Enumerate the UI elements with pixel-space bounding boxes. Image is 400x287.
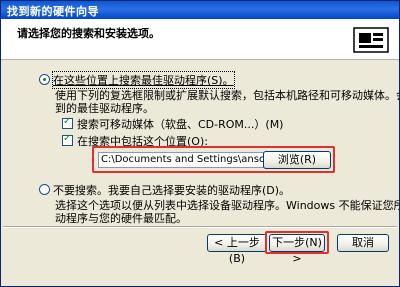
wizard-window: 找到新的硬件向导 请选择您的搜索和安装选项。 在这些位置上搜索最佳驱动程序(S)… bbox=[0, 0, 400, 287]
cancel-button[interactable]: 取消 bbox=[337, 234, 389, 252]
wizard-header: 请选择您的搜索和安装选项。 bbox=[1, 19, 399, 60]
search-location-radio[interactable] bbox=[39, 74, 50, 85]
manual-select-label: 不要搜索。我要自己选择要安装的驱动程序(D)。 bbox=[53, 184, 291, 197]
back-button[interactable]: < 上一步(B) bbox=[207, 234, 267, 265]
search-description-line2: 到的最佳驱动程序。 bbox=[55, 102, 154, 115]
removable-media-checkbox[interactable] bbox=[62, 116, 73, 129]
next-button[interactable]: 下一步(N) > bbox=[269, 234, 325, 265]
search-location-label: 在这些位置上搜索最佳驱动程序(S)。 bbox=[52, 71, 235, 89]
location-value: C:\Documents and Settings\ansonyang\桌面\x bbox=[101, 154, 271, 165]
location-combobox[interactable]: C:\Documents and Settings\ansonyang\桌面\x… bbox=[98, 152, 286, 168]
browse-button[interactable]: 浏览(R) bbox=[263, 151, 331, 169]
manual-description-line2: 动程序与您的硬件最匹配。 bbox=[55, 212, 187, 225]
include-location-checkbox[interactable] bbox=[62, 133, 73, 146]
window-title: 找到新的硬件向导 bbox=[7, 5, 99, 18]
manual-select-radio[interactable] bbox=[39, 184, 50, 195]
header-text: 请选择您的搜索和安装选项。 bbox=[17, 27, 160, 40]
hardware-icon bbox=[353, 27, 389, 53]
button-divider bbox=[3, 226, 397, 228]
removable-media-label: 搜索可移动媒体（软盘、CD-ROM...）(M) bbox=[77, 118, 284, 131]
title-bar: 找到新的硬件向导 bbox=[1, 1, 399, 19]
